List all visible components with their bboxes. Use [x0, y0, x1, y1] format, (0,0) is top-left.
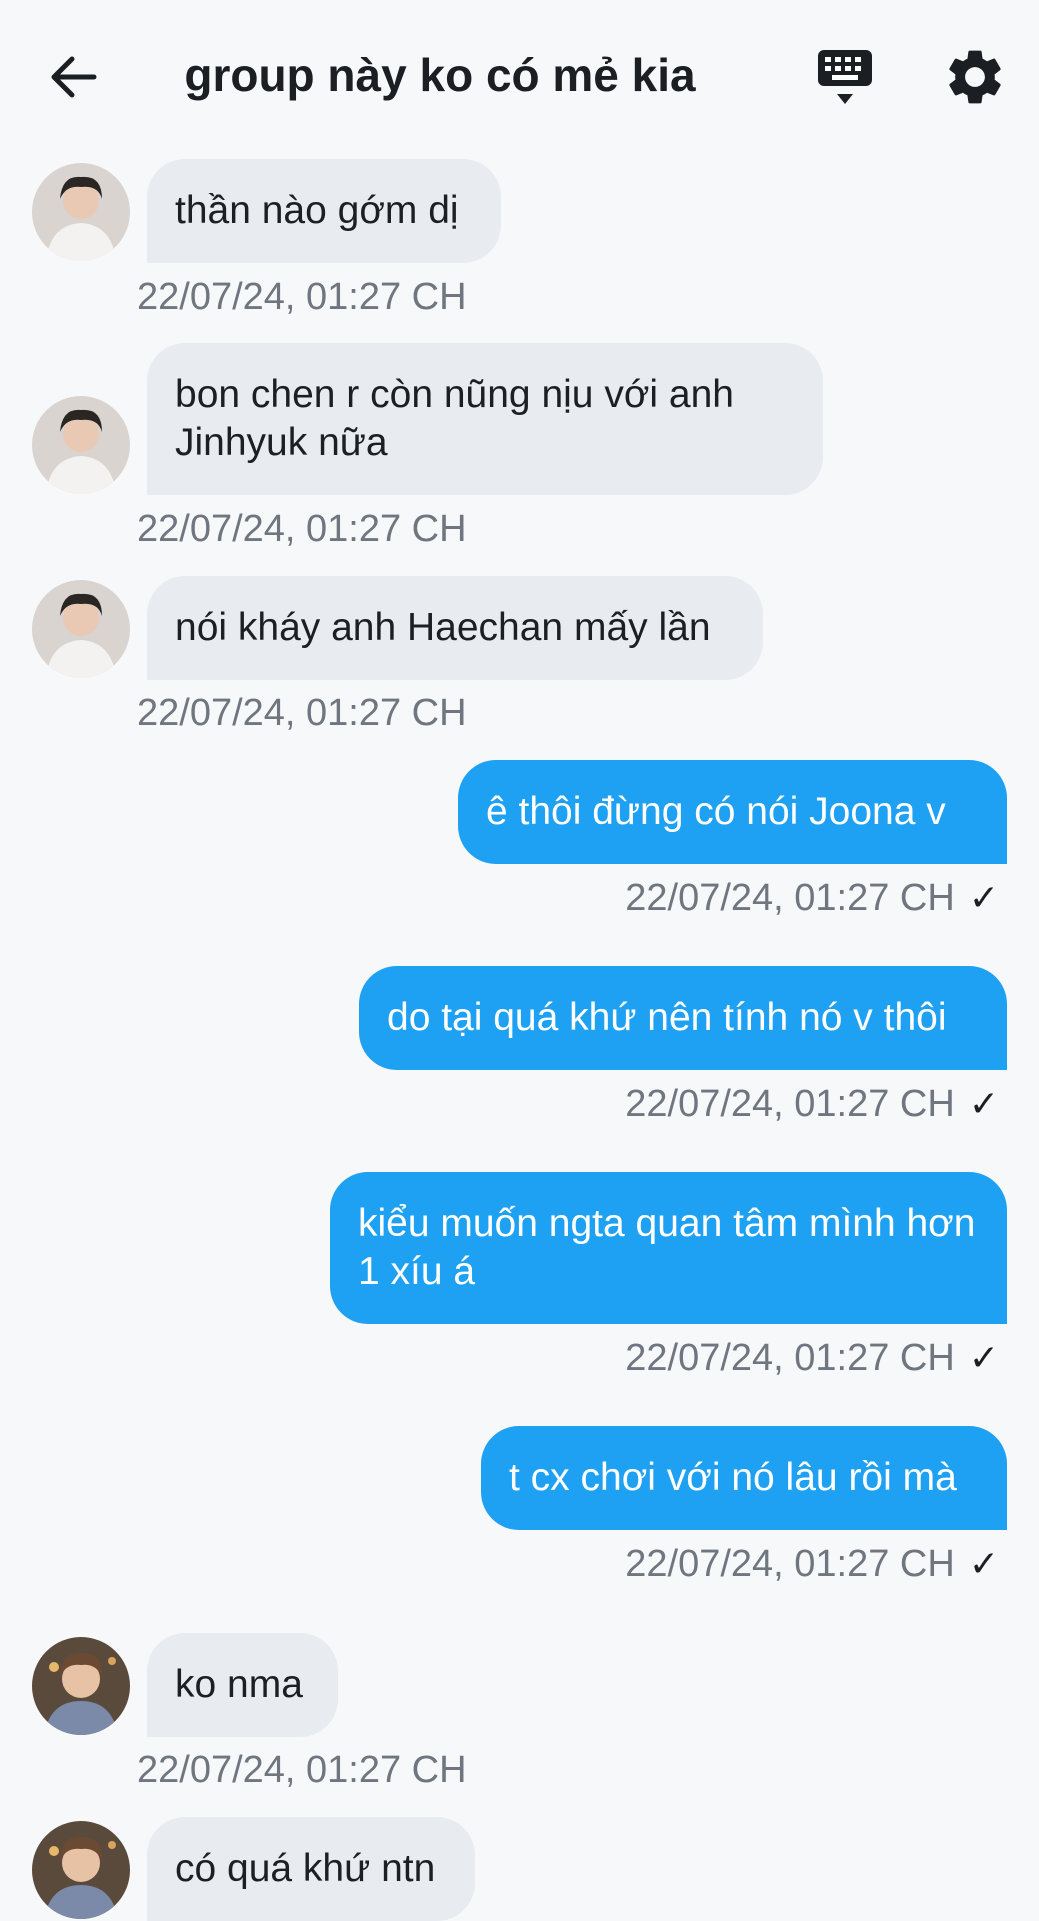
avatar[interactable] — [32, 580, 130, 678]
message-bubble-outgoing[interactable]: kiểu muốn ngta quan tâm mình hơn 1 xíu á — [330, 1172, 1007, 1324]
chat-header: group này ko có mẻ kia — [0, 0, 1039, 150]
timestamp-text: 22/07/24, 01:27 CH — [625, 1083, 955, 1125]
message-bubble-incoming[interactable]: bon chen r còn nũng nịu với anh Jinhyuk … — [147, 343, 823, 495]
timestamp-text: 22/07/24, 01:27 CH — [625, 1337, 955, 1379]
timestamp-text: 22/07/24, 01:27 CH — [625, 1543, 955, 1585]
arrow-left-icon — [51, 56, 97, 98]
message-timestamp: 22/07/24, 01:27 CH — [137, 508, 467, 550]
avatar[interactable] — [32, 1821, 130, 1919]
avatar[interactable] — [32, 163, 130, 261]
keyboard-button[interactable] — [812, 44, 878, 110]
message-timestamp: 22/07/24, 01:27 CH ✓ — [625, 1336, 999, 1380]
message-timestamp: 22/07/24, 01:27 CH ✓ — [625, 876, 999, 920]
back-button[interactable] — [44, 46, 106, 108]
message-timestamp: 22/07/24, 01:27 CH ✓ — [625, 1542, 999, 1586]
message-bubble-incoming[interactable]: nói kháy anh Haechan mấy lần — [147, 576, 763, 680]
sent-check-icon: ✓ — [968, 1337, 999, 1378]
sent-check-icon: ✓ — [968, 1083, 999, 1124]
message-timestamp: 22/07/24, 01:27 CH ✓ — [625, 1082, 999, 1126]
timestamp-text: 22/07/24, 01:27 CH — [625, 877, 955, 919]
message-bubble-incoming[interactable]: ko nma — [147, 1633, 338, 1737]
message-bubble-incoming[interactable]: có quá khứ ntn — [147, 1817, 475, 1921]
message-timestamp: 22/07/24, 01:27 CH — [137, 1749, 467, 1791]
sent-check-icon: ✓ — [968, 877, 999, 918]
avatar[interactable] — [32, 396, 130, 494]
message-bubble-outgoing[interactable]: t cx chơi với nó lâu rồi mà — [481, 1426, 1007, 1530]
avatar[interactable] — [32, 1637, 130, 1735]
message-bubble-outgoing[interactable]: do tại quá khứ nên tính nó v thôi — [359, 966, 1007, 1070]
chat-title: group này ko có mẻ kia — [184, 49, 696, 101]
settings-button[interactable] — [942, 44, 1008, 110]
message-timestamp: 22/07/24, 01:27 CH — [137, 692, 467, 734]
keyboard-icon — [818, 50, 872, 104]
message-bubble-outgoing[interactable]: ê thôi đừng có nói Joona v — [458, 760, 1007, 864]
gear-icon — [949, 50, 1001, 104]
sent-check-icon: ✓ — [968, 1543, 999, 1584]
message-bubble-incoming[interactable]: thần nào gớm dị — [147, 159, 501, 263]
message-timestamp: 22/07/24, 01:27 CH — [137, 276, 467, 318]
